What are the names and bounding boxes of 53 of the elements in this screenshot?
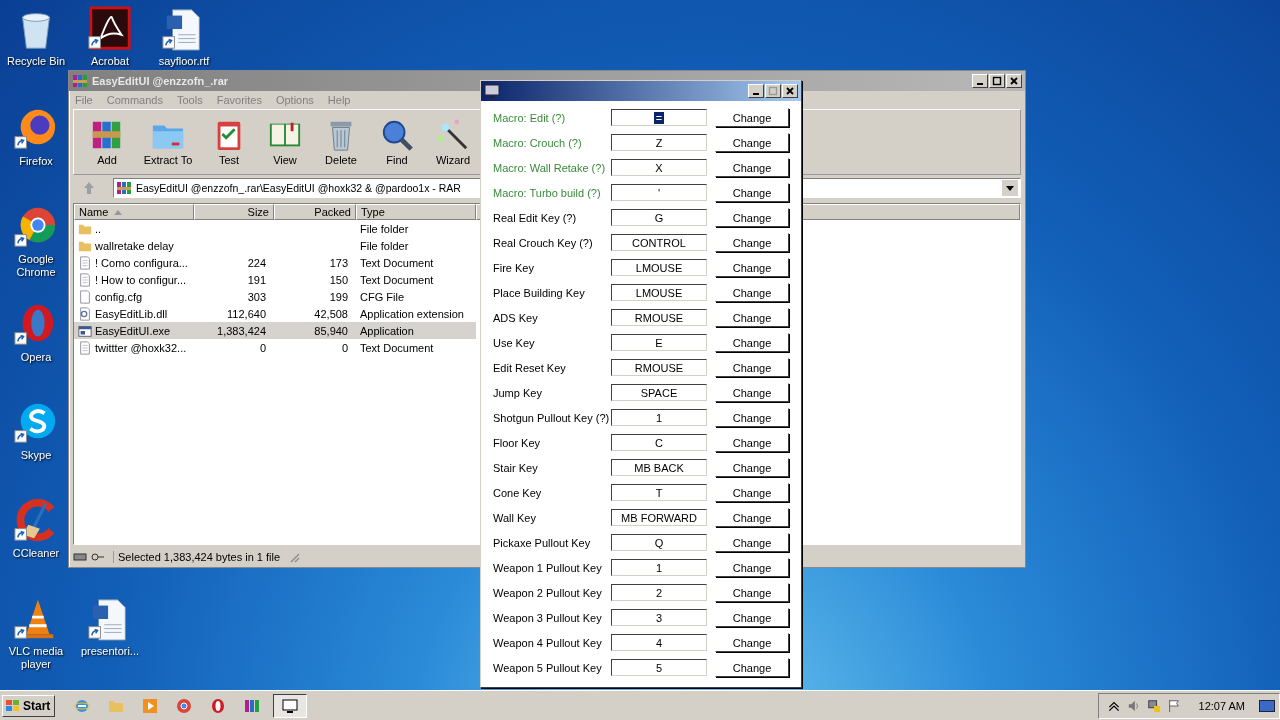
status-text: Selected 1,383,424 bytes in 1 file: [113, 551, 281, 563]
key-label: Macro: Crouch (?): [493, 136, 583, 149]
packed-size: 150: [328, 273, 349, 286]
file-type: Application extension: [359, 307, 465, 320]
packed-size: 42,508: [313, 307, 349, 320]
file-name: wallretake delay: [95, 239, 174, 252]
file-name: ! How to configur...: [95, 273, 187, 286]
key-label: Weapon 3 Pullout Key: [493, 611, 603, 624]
packed-size: 199: [328, 290, 349, 303]
key-label: Shotgun Pullout Key (?): [493, 411, 611, 424]
file-type: File folder: [359, 222, 410, 235]
file-type: File folder: [359, 239, 410, 252]
packed-size: 173: [328, 256, 349, 269]
key-label: Real Edit Key (?): [493, 211, 578, 224]
file-type: Text Document: [359, 341, 435, 354]
file-size: 112,640: [226, 307, 267, 320]
file-size: 0: [258, 341, 267, 354]
key-label: Wall Key: [493, 511, 537, 524]
file-name: ..: [95, 222, 102, 235]
key-label: Floor Key: [493, 436, 542, 449]
key-label: Stair Key: [493, 461, 539, 474]
key-label: Weapon 4 Pullout Key: [493, 636, 603, 649]
key-label: Macro: Turbo build (?): [493, 186, 602, 199]
file-type: Text Document: [359, 256, 435, 269]
key-label: Jump Key: [493, 386, 543, 399]
key-label: Cone Key: [493, 486, 543, 499]
window-title: EasyEditUI @enzzofn_.rar: [92, 75, 229, 87]
packed-size: 0: [340, 341, 349, 354]
key-label: Weapon 2 Pullout Key: [493, 586, 603, 599]
file-size: 191: [246, 273, 267, 286]
packed-size: 85,940: [313, 324, 349, 337]
key-label: Place Building Key: [493, 286, 586, 299]
file-type: CFG File: [359, 290, 405, 303]
key-label: Real Crouch Key (?): [493, 236, 594, 249]
file-type: Text Document: [359, 273, 435, 286]
key-label: Edit Reset Key: [493, 361, 567, 374]
file-size: 303: [246, 290, 267, 303]
key-label: Macro: Wall Retake (?): [493, 161, 607, 174]
key-label: Use Key: [493, 336, 536, 349]
key-label: ADS Key: [493, 311, 539, 324]
file-name: EasyEditUI.exe: [95, 324, 171, 337]
key-label: Macro: Edit (?): [493, 111, 567, 124]
key-label: Weapon 5 Pullout Key: [493, 661, 603, 674]
file-size: 1,383,424: [216, 324, 267, 337]
key-label: Weapon 1 Pullout Key: [493, 561, 603, 574]
file-size: 224: [246, 256, 267, 269]
file-name: ! Como configura...: [95, 256, 188, 269]
file-name: config.cfg: [95, 290, 143, 303]
file-name: twittter @hoxk32...: [95, 341, 187, 354]
file-name: EasyEditLib.dll: [95, 307, 168, 320]
key-label: Pickaxe Pullout Key: [493, 536, 592, 549]
key-label: Fire Key: [493, 261, 535, 274]
file-type: Application: [359, 324, 415, 337]
